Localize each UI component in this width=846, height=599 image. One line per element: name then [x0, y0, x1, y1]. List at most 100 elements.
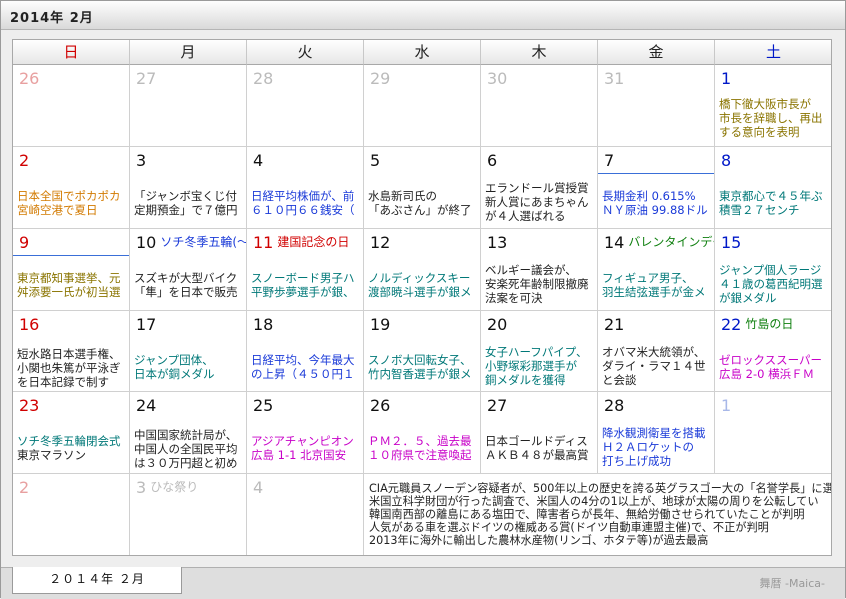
day-cell[interactable]: 8 東京都心で４５年ぶ 積雪２７センチ [715, 147, 831, 229]
weekday-header: 火 [247, 40, 364, 65]
event-text: 小関也朱篤が平泳ぎ [17, 361, 121, 375]
day-events: ノルディックスキー 渡部暁斗選手が銀メ [368, 271, 472, 299]
day-events: ソチ冬季五輪閉会式 東京マラソン [17, 434, 121, 462]
day-cell[interactable]: 13 ベルギー議会が、 安楽死年齢制限撤廃 法案を可決 [481, 229, 598, 311]
day-events: 日経平均、今年最大 の上昇（４５０円１ [251, 353, 355, 381]
day-number: 2 [19, 151, 29, 170]
day-cell[interactable]: 27 [130, 65, 247, 147]
day-cell[interactable]: 3 ひな祭り [130, 474, 247, 555]
event-text: 市長を辞職し、再出 [719, 111, 823, 125]
day-number-text: 27 [136, 69, 157, 88]
event-text: 積雪２７センチ [719, 203, 800, 217]
day-cell[interactable]: 15 ジャンプ個人ラージ ４１歳の葛西紀明選 が銀メダル [715, 229, 831, 311]
day-cell[interactable]: 28 降水観測衛星を搭載 Ｈ２Ａロケットの 打ち上げ成功 [598, 392, 715, 474]
day-number: 21 [604, 315, 624, 334]
day-number-text: 1 [721, 69, 732, 88]
day-cell[interactable]: 23 ソチ冬季五輪閉会式 東京マラソン [13, 392, 130, 474]
day-cell[interactable]: 4 日経平均株価が、前 ６１０円６６銭安（ [247, 147, 364, 229]
day-cell[interactable]: 31 [598, 65, 715, 147]
day-number: 14 バレンタインデー [604, 233, 714, 252]
day-cell[interactable]: 18 日経平均、今年最大 の上昇（４５０円１ [247, 311, 364, 392]
day-cell[interactable]: 28 [247, 65, 364, 147]
day-number-text: 26 [370, 396, 391, 415]
day-number: 6 [487, 151, 497, 170]
day-number: 27 [136, 69, 156, 88]
day-number: 23 [19, 396, 39, 415]
day-number-text: 26 [19, 69, 40, 88]
day-cell[interactable]: 25 アジアチャンピオン 広島 1-1 北京国安 [247, 392, 364, 474]
day-cell[interactable]: 4 [247, 474, 364, 555]
event-text: 平野歩夢選手が銀、 [251, 285, 355, 299]
day-events: スズキが大型バイク 「隼」を日本で販売 [134, 271, 238, 299]
event-text: ４１歳の葛西紀明選 [719, 277, 823, 291]
news-item: 米国立科学財団が行った調査で、米国人の4分の1以上が、地球が太陽の周りを公転して… [369, 495, 819, 508]
day-cell[interactable]: 9 東京都知事選挙、元 舛添要一氏が初当選 [13, 229, 130, 311]
day-events: アジアチャンピオン 広島 1-1 北京国安 [251, 434, 354, 462]
day-cell[interactable]: 30 [481, 65, 598, 147]
event-text: ジャンプ個人ラージ [719, 263, 822, 277]
holiday-label: ひな祭り [150, 480, 199, 494]
event-text: スズキが大型バイク [134, 271, 238, 285]
weekday-header: 月 [130, 40, 247, 65]
day-cell[interactable]: 17 ジャンプ団体、 日本が銅メダル [130, 311, 247, 392]
day-number: 5 [370, 151, 380, 170]
day-events: 中国国家統計局が、 中国人の全国民平均 は３０万円超と初め [134, 428, 238, 470]
day-cell[interactable]: 3 「ジャンボ宝くじ付 定期預金」で７億円 [130, 147, 247, 229]
day-cell[interactable]: 27 日本ゴールドディス ＡＫＢ４８が最高賞 [481, 392, 598, 474]
day-cell[interactable]: 10ソチ冬季五輪(～23) スズキが大型バイク「隼」を日本で販売 [130, 229, 247, 311]
weekday-header: 日 [13, 40, 130, 65]
holiday-label: 竹島の日 [745, 317, 794, 331]
event-text: 「隼」を日本で販売 [134, 285, 238, 299]
day-cell[interactable]: 14 バレンタインデー フィギュア男子、 羽生結弦選手が金メ [598, 229, 715, 311]
day-cell[interactable]: 24 中国国家統計局が、 中国人の全国民平均 は３０万円超と初め [130, 392, 247, 474]
day-cell[interactable]: 22 竹島の日 ゼロックススーパー 広島 2-0 横浜ＦＭ [715, 311, 831, 392]
day-cell[interactable]: 19 スノボ大回転女子、 竹内智香選手が銀メ [364, 311, 481, 392]
day-cell[interactable]: 5 水島新司氏の 「あぶさん」が終了 [364, 147, 481, 229]
event-text: 銅メダルを獲得 [485, 373, 566, 387]
event-text: 「あぶさん」が終了 [368, 203, 472, 217]
day-cell[interactable]: 11 建国記念の日 スノーボード男子ハ 平野歩夢選手が銀、 [247, 229, 364, 311]
news-item: 人気がある車を選ぶドイツの権威ある賞(ドイツ自動車連盟主催)で、不正が判明 [369, 521, 769, 534]
event-text: スノーボード男子ハ [251, 271, 355, 285]
day-number: 29 [370, 69, 390, 88]
day-number-text: 12 [370, 233, 391, 252]
event-text: 日本ゴールドディス [485, 434, 588, 448]
day-number: 18 [253, 315, 273, 334]
day-events: 水島新司氏の 「あぶさん」が終了 [368, 189, 472, 217]
event-text: の上昇（４５０円１ [251, 367, 355, 381]
day-number: 10ソチ冬季五輪(～23) [136, 233, 246, 252]
news-list: CIA元職員スノーデン容疑者が、500年以上の歴史を誇る英グラスゴー大の「名誉学… [369, 482, 831, 547]
day-cell[interactable]: 29 [364, 65, 481, 147]
day-cell[interactable]: 2 [13, 474, 130, 555]
day-events: 東京都知事選挙、元 舛添要一氏が初当選 [17, 271, 121, 299]
day-cell[interactable]: 2 日本全国でポカポカ 宮崎空港で夏日 [13, 147, 130, 229]
day-events: 橋下徹大阪市長が 市長を辞職し、再出 する意向を表明 [719, 97, 823, 139]
day-cell[interactable]: 6 エランドール賞授賞 新人賞にあまちゃん が４人選ばれる [481, 147, 598, 229]
day-number: 28 [253, 69, 273, 88]
day-cell[interactable]: 1 [715, 392, 831, 474]
day-number: 3 ひな祭り [136, 478, 198, 497]
day-cell[interactable]: 26 [13, 65, 130, 147]
day-cell[interactable]: 1 橋下徹大阪市長が 市長を辞職し、再出 する意向を表明 [715, 65, 831, 147]
tab-bar: ２０１４年 ２月 舞暦 -Maica- [1, 567, 845, 599]
day-cell[interactable]: 26 ＰＭ２．５、過去最 １０府県で注意喚起 [364, 392, 481, 474]
day-number: 20 [487, 315, 507, 334]
event-text: オバマ米大統領が、 [602, 345, 706, 359]
day-number: 4 [253, 151, 263, 170]
day-events: 短水路日本選手権、 小関也朱篤が平泳ぎ を日本記録で制す [17, 347, 121, 389]
day-cell[interactable]: 21 オバマ米大統領が、 ダライ・ラマ１４世 と会談 [598, 311, 715, 392]
event-text: 日経平均、今年最大 [251, 353, 355, 367]
tab-month[interactable]: ２０１４年 ２月 [12, 567, 182, 594]
day-number: 17 [136, 315, 156, 334]
event-text: ノルディックスキー [368, 271, 471, 285]
day-cell[interactable]: 7 長期金利 0.615% ＮＹ原油 99.88ドル [598, 147, 715, 229]
day-number: 19 [370, 315, 390, 334]
day-number: 31 [604, 69, 624, 88]
day-number: 16 [19, 315, 39, 334]
day-number-text: 3 [136, 478, 147, 497]
day-cell[interactable]: 16 短水路日本選手権、 小関也朱篤が平泳ぎ を日本記録で制す [13, 311, 130, 392]
event-text: が４人選ばれる [485, 209, 566, 223]
event-text: を日本記録で制す [17, 375, 109, 389]
day-cell[interactable]: 12 ノルディックスキー 渡部暁斗選手が銀メ [364, 229, 481, 311]
day-cell[interactable]: 20 女子ハーフパイプ、 小野塚彩那選手が 銅メダルを獲得 [481, 311, 598, 392]
